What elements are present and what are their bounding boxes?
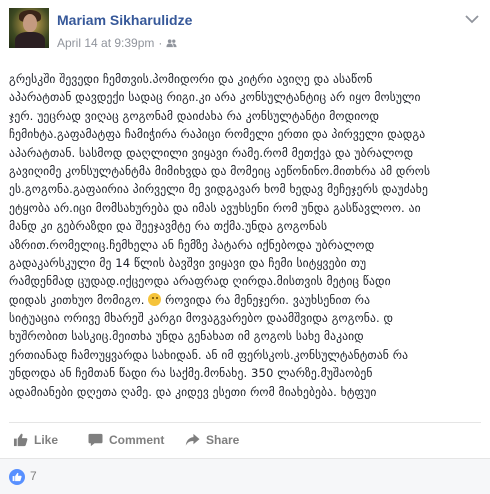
chevron-down-icon[interactable] [465,14,479,24]
share-icon [185,433,200,446]
smile-emoji [148,292,162,306]
author-name[interactable]: Mariam Sikharulidze [57,12,192,28]
comment-button[interactable]: Comment [88,430,164,450]
post-line: ერთიანად ჩამოუყვარდა სახიდან. ან იმ ფერს… [9,347,409,362]
post-line-prefix: დიდას კითხუო მომიგო. [9,292,145,307]
like-label: Like [34,433,59,447]
post-timestamp[interactable]: April 14 at 9:39pm [57,36,154,50]
post-line-suffix: როვიდა რა მენეჯერი. ვაუხსენით რა [161,292,371,307]
share-button[interactable]: Share [185,430,239,450]
comment-label: Comment [109,433,165,447]
post-line: ადამიანები დღეთა ღამე. და კიდევ ესეთი რო… [9,384,377,399]
comment-icon [88,433,103,447]
avatar-face [23,14,37,32]
post-body: გრესკში შევედი ჩემთვის.პომიდორი და კიტრი… [9,70,484,401]
post-line: აზრით.რომელიც.ჩემხელა ან ჩემზე პატარა იქ… [9,237,375,252]
thumbs-up-icon [12,472,22,482]
post-line: გავიღიმე კონსულტანტმა მიმიხვდა და მომეიც… [9,163,431,178]
post-line: გადაკარსკული მე 14 წლის ბავშვი ვიყავი და… [9,255,367,270]
post-line: გრესკში შევედი ჩემთვის.პომიდორი და კიტრი… [9,72,373,86]
post-line-with-emoji: დიდას კითხუო მომიგო. როვიდა რა მენეჯერი.… [9,291,484,309]
post-line: ეტყობა არ.იცი მომსახურება და იმას ავუხსე… [9,200,421,215]
post-line: აპარატთან. სასმოდ დაღლილი ვიყავი რამე.რო… [9,145,414,160]
post-line: უნდოდა ან ჩემთან წადი რა საქმე.მონახე. 3… [9,366,373,381]
post-line: ჩემიხტა.გაფამატფა ჩამიჭირა რაპიცი რომელი… [9,127,426,142]
reactions-bar: 7 [0,459,490,494]
actions-divider [9,422,481,423]
post-line: ჯერ. უეცრად ვიღაც გოგონამ დაიძახა რა კონ… [9,108,380,123]
post-meta: April 14 at 9:39pm · [57,36,177,50]
meta-separator: · [158,36,163,50]
like-button[interactable]: Like [13,430,58,450]
post-header: Mariam Sikharulidze April 14 at 9:39pm · [0,0,490,70]
share-label: Share [206,433,240,447]
post-line: ეს.გოგონა.გაფაირია პირველი მე ვიდგავარ ხ… [9,182,428,197]
avatar-body [15,32,45,48]
reaction-count[interactable]: 7 [30,469,37,483]
thumbs-up-icon [13,433,28,447]
post-line: ხუშრობით სასკიც.მეითხა უნდა გენახათ იმ გ… [9,329,364,344]
post-actions: Like Comment Share [9,430,481,452]
post-line: სიტუაცია ორივე მხარეშ კარგი მოვაგვარებო … [9,311,394,326]
avatar[interactable] [9,8,49,48]
post-line: რამდენმად ცუდად.იქცეოდა არაფრად ღირდა.მი… [9,274,391,289]
like-reaction-icon[interactable] [9,469,25,485]
post-line: აპარატთან დავდექი სადაც რიგი.კი არა კონს… [9,90,421,105]
post-line: მანდ კი გებრაზდი და შეეჯავმტე რა თქმა.უნ… [9,219,328,234]
friends-icon[interactable] [166,38,177,49]
